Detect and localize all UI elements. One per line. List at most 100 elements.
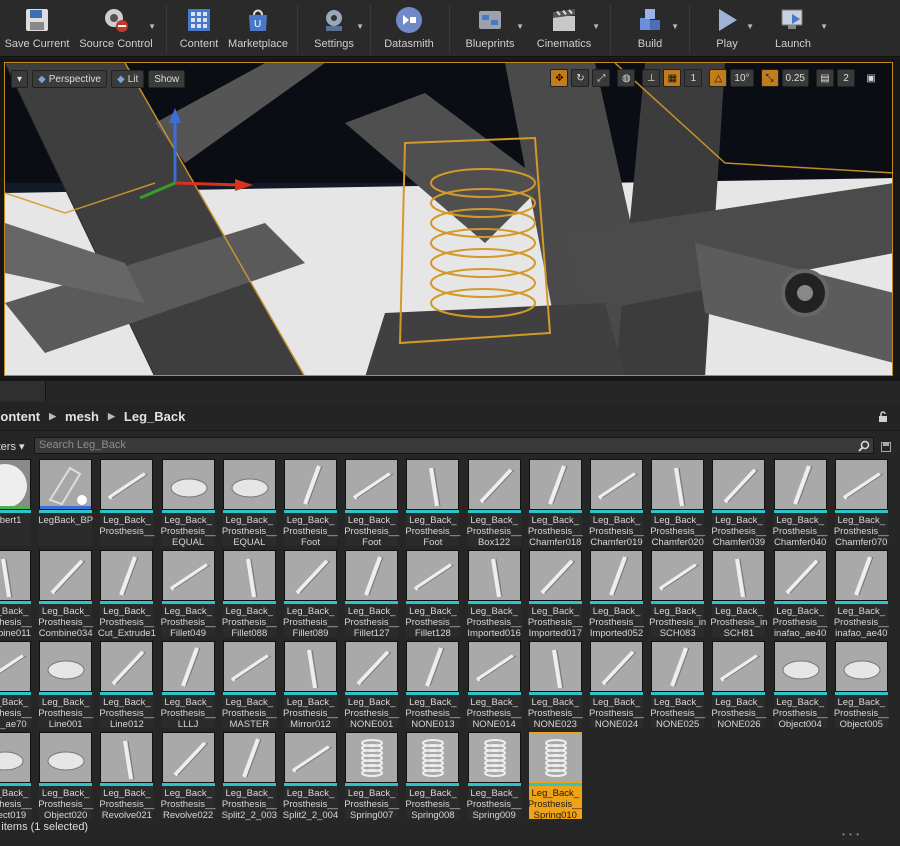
asset-tile[interactable]: Leg_Back_ Prosthesis__ Line001 xyxy=(38,641,93,730)
asset-tile[interactable]: Leg_Back_ Prosthesis__ inafao_ae40 xyxy=(834,550,889,639)
asset-tile[interactable]: Leg_Back_ Prosthesis__ NONE026 xyxy=(711,641,766,730)
grid-size-value[interactable]: 1 xyxy=(684,69,703,87)
asset-tile[interactable]: Leg_Back_ Prosthesis__ Fillet127 xyxy=(344,550,399,639)
asset-tile[interactable]: LegBack_BP xyxy=(38,459,93,546)
breadcrumb-item-leg-back[interactable]: Leg_Back xyxy=(124,409,185,424)
maximize-viewport-icon[interactable]: ▣ xyxy=(862,69,880,87)
asset-tile[interactable]: Leg_Back_ Prosthesis__ Split2_2_003 xyxy=(222,732,277,821)
asset-tile[interactable]: Leg_Back_ Prosthesis__ NONE014 xyxy=(467,641,522,730)
asset-tile[interactable]: Leg_Back_ Prosthesis__ Spring010 xyxy=(528,732,583,821)
asset-tile[interactable]: Leg_Back_ Prosthesis__ Object005 xyxy=(834,641,889,730)
rotation-snap-icon[interactable]: △ xyxy=(709,69,728,87)
asset-tile[interactable]: Leg_Back_ Prosthesis__ Object019 xyxy=(0,732,32,821)
settings-dropdown-icon[interactable]: ▼ xyxy=(356,22,364,31)
scale-snap-icon[interactable]: ⤡ xyxy=(760,69,779,87)
asset-tile[interactable]: Leg_Back_ Prosthesis__ NONE025 xyxy=(650,641,705,730)
asset-tile[interactable]: Leg_Back_ Prosthesis__ Object020 xyxy=(38,732,93,821)
asset-tile[interactable]: Leg_Back_ Prosthesis__ Spring009 xyxy=(467,732,522,821)
play-button[interactable]: Play ▼ xyxy=(698,0,756,57)
asset-tile[interactable]: Leg_Back_ Prosthesis__ Fillet049 xyxy=(161,550,216,639)
show-button[interactable]: Show xyxy=(148,70,186,88)
breadcrumb-item-mesh[interactable]: mesh xyxy=(65,409,99,424)
asset-tile[interactable]: Leg_Back_ Prosthesis__ Combine034 xyxy=(38,550,93,639)
level-viewport[interactable]: ▾ ◆ Perspective ◆ Lit Show ✥ ↻ ⤢ ◍ ⊥ ▦ 1… xyxy=(0,59,900,381)
asset-tile[interactable]: Leg_Back_ Prosthesis__ NONE024 xyxy=(589,641,644,730)
asset-tile[interactable]: Leg_Back_ Prosthesis__ Fillet088 xyxy=(222,550,277,639)
asset-tile[interactable]: Leg_Back_ Prosthesis__ LLLJ xyxy=(161,641,216,730)
asset-tile[interactable]: Leg_Back_ Prosthesis__ Line_ae70 xyxy=(0,641,32,730)
lock-icon[interactable] xyxy=(878,411,888,426)
asset-tile[interactable]: Leg_Back_ Prosthesis__ NONE023 xyxy=(528,641,583,730)
asset-tile[interactable]: Leg_Back_ Prosthesis__ Chamfer040 xyxy=(773,459,828,548)
cinematics-button[interactable]: Cinematics ▼ xyxy=(526,0,602,57)
rotate-mode-icon[interactable]: ↻ xyxy=(571,69,590,87)
asset-tile[interactable]: Leg_Back_ Prosthesis__ Chamfer018 xyxy=(528,459,583,548)
build-button[interactable]: Build ▼ xyxy=(619,0,681,57)
asset-tile[interactable]: Leg_Back_ Prosthesis__ Foot xyxy=(283,459,338,548)
save-search-icon[interactable] xyxy=(881,439,891,457)
marketplace-button[interactable]: U Marketplace xyxy=(227,0,289,57)
asset-tile[interactable]: Leg_Back_ Prosthesis__ EQUAL xyxy=(161,459,216,548)
asset-tile[interactable]: Leg_Back_ Prosthesis__ inafao_ae40 xyxy=(773,550,828,639)
asset-tile[interactable]: Leg_Back_ Prosthesis__ EQUAL xyxy=(222,459,277,548)
blueprints-button[interactable]: Blueprints ▼ xyxy=(454,0,526,57)
viewport-frame[interactable]: ▾ ◆ Perspective ◆ Lit Show ✥ ↻ ⤢ ◍ ⊥ ▦ 1… xyxy=(4,62,893,376)
asset-tile[interactable]: Leg_Back_ Prosthesis__ NONE001 xyxy=(344,641,399,730)
perspective-button[interactable]: ◆ Perspective xyxy=(32,70,107,88)
save-current-button[interactable]: Save Current xyxy=(0,0,74,57)
scale-mode-icon[interactable]: ⤢ xyxy=(592,69,611,87)
asset-tile[interactable]: Leg_Back_ Prosthesis__ Foot xyxy=(405,459,460,548)
asset-tile[interactable]: Leg_Back_ Prosthesis__ xyxy=(99,459,154,546)
asset-tile[interactable]: Leg_Back_ Prosthesis_in SCH083 xyxy=(649,550,706,639)
asset-tile[interactable]: Leg_Back_ Prosthesis__ Revolve021 xyxy=(99,732,154,821)
surface-snap-icon[interactable]: ⊥ xyxy=(642,69,661,87)
asset-tile[interactable]: Leg_Back_ Prosthesis__ Chamfer070 xyxy=(834,459,889,548)
grid-snap-icon[interactable]: ▦ xyxy=(663,69,682,87)
asset-tile[interactable]: Leg_Back_ Prosthesis__ NONE013 xyxy=(405,641,460,730)
asset-tile[interactable]: Leg_Back_ Prosthesis__ Line012 xyxy=(99,641,154,730)
asset-tile[interactable]: Leg_Back_ Prosthesis__ Fillet089 xyxy=(283,550,338,639)
asset-tile[interactable]: Leg_Back_ Prosthesis__ Revolve022 xyxy=(161,732,216,821)
asset-tile[interactable]: Leg_Back_ Prosthesis__ Imported016 xyxy=(467,550,522,639)
breadcrumb-arrow-icon[interactable]: ▶ xyxy=(108,411,115,422)
asset-tile[interactable]: Leg_Back_ Prosthesis__ Imported052 xyxy=(589,550,644,639)
content-button[interactable]: Content xyxy=(171,0,227,57)
content-browser-tab[interactable] xyxy=(0,381,46,401)
asset-tile[interactable]: Leg_Back_ Prosthesis__ Fillet128 xyxy=(405,550,460,639)
asset-tile[interactable]: Leg_Back_ Prosthesis__ Chamfer020 xyxy=(650,459,705,548)
source-control-button[interactable]: Source Control ▼ xyxy=(74,0,158,57)
datasmith-button[interactable]: Datasmith xyxy=(375,0,443,57)
asset-tile[interactable]: Leg_Back_ Prosthesis__ Split2_2_004 xyxy=(283,732,338,821)
search-input[interactable]: Search Leg_Back xyxy=(34,437,874,454)
asset-tile[interactable]: Leg_Back_ Prosthesis__ Chamfer019 xyxy=(589,459,644,548)
camera-speed-icon[interactable]: ▤ xyxy=(816,69,834,87)
viewport-options-button[interactable]: ▾ xyxy=(11,70,29,88)
camera-speed-value[interactable]: 2 xyxy=(837,69,855,87)
asset-tile[interactable]: Leg_Back_ Prosthesis__ Imported017 xyxy=(528,550,583,639)
filters-button[interactable]: Filters ▾ xyxy=(0,440,28,453)
asset-tile[interactable]: Leg_Back_ Prosthesis__ Chamfer039 xyxy=(711,459,766,548)
asset-tile[interactable]: Leg_Back_ Prosthesis__ MASTER xyxy=(222,641,277,730)
settings-button[interactable]: Settings ▼ xyxy=(302,0,366,57)
world-space-icon[interactable]: ◍ xyxy=(617,69,636,87)
lit-button[interactable]: ◆ Lit xyxy=(110,70,145,88)
asset-tile[interactable]: Leg_Back_ Prosthesis__ Mirror012 xyxy=(283,641,338,730)
asset-tile[interactable]: Leg_Back_ Prosthesis__ Cut_Extrude1 xyxy=(98,550,156,639)
launch-button[interactable]: Launch ▼ xyxy=(756,0,830,57)
asset-tile[interactable]: Leg_Back_ Prosthesis__ Foot xyxy=(344,459,399,548)
translate-mode-icon[interactable]: ✥ xyxy=(550,69,569,87)
blueprints-dropdown-icon[interactable]: ▼ xyxy=(516,22,524,31)
source-control-dropdown-icon[interactable]: ▼ xyxy=(148,22,156,31)
asset-tile[interactable]: Leg_Back_ Prosthesis__ Box122 xyxy=(467,459,522,548)
rotation-snap-value[interactable]: 10° xyxy=(730,69,754,87)
search-icon[interactable] xyxy=(858,440,870,457)
breadcrumb-arrow-icon[interactable]: ▶ xyxy=(49,411,56,422)
viewport-scene[interactable] xyxy=(5,63,893,376)
resize-grip[interactable]: • • • xyxy=(842,830,860,839)
build-dropdown-icon[interactable]: ▼ xyxy=(671,22,679,31)
scale-snap-value[interactable]: 0.25 xyxy=(781,69,809,87)
asset-tile[interactable]: Leg_Back_ Prosthesis_in SCH81 xyxy=(710,550,767,639)
cinematics-dropdown-icon[interactable]: ▼ xyxy=(592,22,600,31)
asset-tile[interactable]: Leg_Back_ Prosthesis__ Object004 xyxy=(773,641,828,730)
play-dropdown-icon[interactable]: ▼ xyxy=(746,22,754,31)
